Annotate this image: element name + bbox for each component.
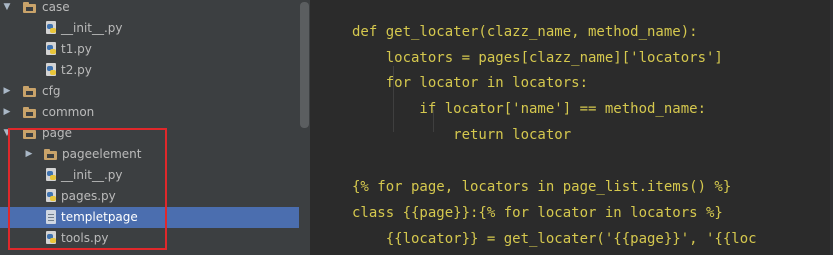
tree-label: tools.py [61,231,109,245]
tree-label: __init__.py [61,168,123,182]
code-line: for locator in locators: [352,75,589,91]
tree-row-case-init[interactable]: __init__.py [0,18,299,39]
code-line: if locator['name'] == method_name: [352,101,707,117]
code-line: def get_locater(clazz_name, method_name)… [352,24,698,40]
folder-icon [23,107,36,118]
folder-icon [44,149,57,160]
python-file-icon [46,231,58,246]
tree-label: templetpage [61,210,138,224]
tree-row-page[interactable]: ▼ page [0,123,299,144]
tree-row-case[interactable]: ▼ case [0,0,299,18]
tree-label: common [42,105,95,119]
chevron-down-icon[interactable]: ▼ [1,123,13,144]
tree-row-pageelement[interactable]: ▶ pageelement [0,144,299,165]
python-file-icon [46,21,58,36]
tree-label: page [42,126,72,140]
project-tree: ▼ case __init__.py t1.py t2.py ▶ cfg ▶ c… [0,0,299,255]
chevron-right-icon[interactable]: ▶ [1,81,13,102]
python-file-icon [46,42,58,57]
chevron-down-icon[interactable]: ▼ [1,0,13,18]
python-file-icon [46,189,58,204]
chevron-right-icon[interactable]: ▶ [1,102,13,123]
tree-row-cfg[interactable]: ▶ cfg [0,81,299,102]
code-editor[interactable]: def get_locater(clazz_name, method_name)… [311,0,833,255]
tree-label: cfg [42,84,61,98]
python-file-icon [46,63,58,78]
code-line: locators = pages[clazz_name]['locators'] [352,50,723,66]
tree-row-t2[interactable]: t2.py [0,60,299,81]
tree-label: case [42,0,70,14]
tree-label: t2.py [61,63,92,77]
tree-scrollbar[interactable] [299,0,310,255]
tree-row-templetpage[interactable]: templetpage [0,207,299,228]
tree-label: pages.py [61,189,116,203]
code-line: {% for page, locators in page_list.items… [352,179,732,195]
chevron-right-icon[interactable]: ▶ [23,144,35,165]
python-file-icon [46,168,58,183]
tree-row-pages[interactable]: pages.py [0,186,299,207]
folder-icon [23,128,36,139]
code-line: return locator [352,127,572,143]
folder-icon [23,86,36,97]
tree-label: __init__.py [61,21,123,35]
tree-label: pageelement [62,147,142,161]
tree-row-page-init[interactable]: __init__.py [0,165,299,186]
code-line: class {{page}}:{% for locator in locator… [352,205,723,221]
scrollbar-thumb[interactable] [300,2,309,128]
code-line: {{locator}} = get_locater('{{page}}', '{… [352,231,757,247]
tree-row-common[interactable]: ▶ common [0,102,299,123]
text-file-icon [46,210,56,224]
tree-row-tools[interactable]: tools.py [0,228,299,249]
tree-row-t1[interactable]: t1.py [0,39,299,60]
folder-icon [23,2,36,13]
tree-label: t1.py [61,42,92,56]
